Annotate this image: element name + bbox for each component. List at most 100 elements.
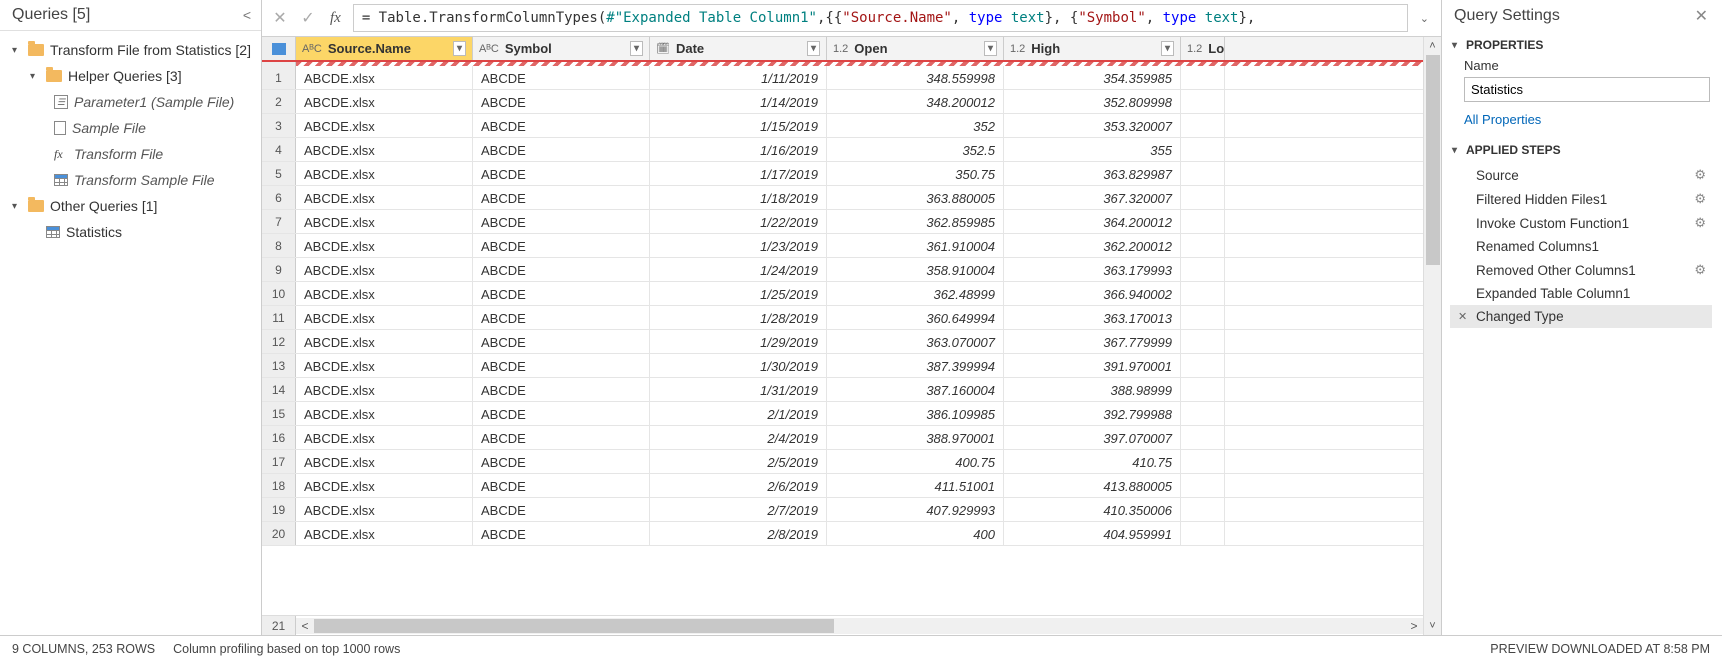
cell-low[interactable]: [1181, 282, 1225, 306]
cell-high[interactable]: 367.320007: [1004, 186, 1181, 210]
cell-date[interactable]: 2/1/2019: [650, 402, 827, 426]
cell-symbol[interactable]: ABCDE: [473, 450, 650, 474]
formula-input[interactable]: = Table.TransformColumnTypes(#"Expanded …: [353, 4, 1408, 32]
cell-open[interactable]: 411.51001: [827, 474, 1004, 498]
column-header-open[interactable]: 1.2 Open ▾: [827, 37, 1004, 60]
table-row[interactable]: 6ABCDE.xlsxABCDE1/18/2019363.880005367.3…: [262, 186, 1423, 210]
cell-source[interactable]: ABCDE.xlsx: [296, 90, 473, 114]
cell-date[interactable]: 1/24/2019: [650, 258, 827, 282]
cell-low[interactable]: [1181, 306, 1225, 330]
cell-source[interactable]: ABCDE.xlsx: [296, 210, 473, 234]
cell-low[interactable]: [1181, 258, 1225, 282]
cell-open[interactable]: 361.910004: [827, 234, 1004, 258]
cell-open[interactable]: 386.109985: [827, 402, 1004, 426]
cell-low[interactable]: [1181, 378, 1225, 402]
cell-open[interactable]: 363.070007: [827, 330, 1004, 354]
cancel-formula-icon[interactable]: ✕: [270, 8, 290, 28]
table-row[interactable]: 19ABCDE.xlsxABCDE2/7/2019407.929993410.3…: [262, 498, 1423, 522]
scrollbar-thumb[interactable]: [314, 619, 834, 633]
cell-symbol[interactable]: ABCDE: [473, 234, 650, 258]
cell-symbol[interactable]: ABCDE: [473, 186, 650, 210]
expand-formula-icon[interactable]: ⌄: [1416, 12, 1433, 25]
cell-low[interactable]: [1181, 138, 1225, 162]
query-group-helpers[interactable]: ▾ Helper Queries [3]: [0, 63, 261, 89]
cell-source[interactable]: ABCDE.xlsx: [296, 66, 473, 90]
cell-open[interactable]: 362.859985: [827, 210, 1004, 234]
cell-source[interactable]: ABCDE.xlsx: [296, 282, 473, 306]
query-item-sample-file[interactable]: Sample File: [0, 115, 261, 141]
cell-symbol[interactable]: ABCDE: [473, 330, 650, 354]
cell-open[interactable]: 352: [827, 114, 1004, 138]
cell-low[interactable]: [1181, 210, 1225, 234]
filter-dropdown-icon[interactable]: ▾: [630, 41, 643, 56]
cell-source[interactable]: ABCDE.xlsx: [296, 450, 473, 474]
cell-open[interactable]: 348.559998: [827, 66, 1004, 90]
cell-symbol[interactable]: ABCDE: [473, 354, 650, 378]
cell-high[interactable]: 355: [1004, 138, 1181, 162]
cell-date[interactable]: 2/6/2019: [650, 474, 827, 498]
cell-source[interactable]: ABCDE.xlsx: [296, 258, 473, 282]
cell-symbol[interactable]: ABCDE: [473, 114, 650, 138]
scroll-up-icon[interactable]: ˄: [1424, 37, 1441, 55]
cell-symbol[interactable]: ABCDE: [473, 210, 650, 234]
close-settings-icon[interactable]: ✕: [1695, 6, 1708, 26]
cell-high[interactable]: 388.98999: [1004, 378, 1181, 402]
cell-symbol[interactable]: ABCDE: [473, 378, 650, 402]
cell-high[interactable]: 413.880005: [1004, 474, 1181, 498]
cell-high[interactable]: 363.179993: [1004, 258, 1181, 282]
cell-high[interactable]: 352.809998: [1004, 90, 1181, 114]
cell-date[interactable]: 1/11/2019: [650, 66, 827, 90]
cell-date[interactable]: 1/22/2019: [650, 210, 827, 234]
cell-low[interactable]: [1181, 450, 1225, 474]
cell-source[interactable]: ABCDE.xlsx: [296, 498, 473, 522]
table-row[interactable]: 3ABCDE.xlsxABCDE1/15/2019352353.320007: [262, 114, 1423, 138]
cell-low[interactable]: [1181, 522, 1225, 546]
horizontal-scrollbar[interactable]: 21 < >: [262, 615, 1423, 635]
cell-high[interactable]: 410.350006: [1004, 498, 1181, 522]
scroll-right-icon[interactable]: >: [1405, 619, 1423, 633]
cell-symbol[interactable]: ABCDE: [473, 258, 650, 282]
table-row[interactable]: 16ABCDE.xlsxABCDE2/4/2019388.970001397.0…: [262, 426, 1423, 450]
cell-symbol[interactable]: ABCDE: [473, 522, 650, 546]
cell-open[interactable]: 362.48999: [827, 282, 1004, 306]
cell-source[interactable]: ABCDE.xlsx: [296, 138, 473, 162]
cell-source[interactable]: ABCDE.xlsx: [296, 402, 473, 426]
applied-step[interactable]: Filtered Hidden Files1⚙: [1450, 187, 1712, 211]
query-item-parameter1[interactable]: ☰ Parameter1 (Sample File): [0, 89, 261, 115]
applied-steps-section-header[interactable]: ▾ APPLIED STEPS: [1450, 137, 1712, 161]
query-group-transform[interactable]: ▾ Transform File from Statistics [2]: [0, 37, 261, 63]
cell-high[interactable]: 362.200012: [1004, 234, 1181, 258]
table-row[interactable]: 10ABCDE.xlsxABCDE1/25/2019362.48999366.9…: [262, 282, 1423, 306]
column-header-date[interactable]: 🗓 Date ▾: [650, 37, 827, 60]
cell-source[interactable]: ABCDE.xlsx: [296, 114, 473, 138]
cell-low[interactable]: [1181, 474, 1225, 498]
cell-open[interactable]: 352.5: [827, 138, 1004, 162]
gear-icon[interactable]: ⚙: [1694, 191, 1706, 207]
cell-high[interactable]: 410.75: [1004, 450, 1181, 474]
cell-open[interactable]: 350.75: [827, 162, 1004, 186]
fx-icon[interactable]: fx: [326, 10, 345, 27]
cell-date[interactable]: 1/28/2019: [650, 306, 827, 330]
scroll-left-icon[interactable]: <: [296, 619, 314, 633]
cell-high[interactable]: 354.359985: [1004, 66, 1181, 90]
cell-low[interactable]: [1181, 114, 1225, 138]
table-row[interactable]: 8ABCDE.xlsxABCDE1/23/2019361.910004362.2…: [262, 234, 1423, 258]
gear-icon[interactable]: ⚙: [1694, 262, 1706, 278]
cell-date[interactable]: 1/14/2019: [650, 90, 827, 114]
cell-source[interactable]: ABCDE.xlsx: [296, 234, 473, 258]
cell-source[interactable]: ABCDE.xlsx: [296, 186, 473, 210]
cell-high[interactable]: 397.070007: [1004, 426, 1181, 450]
table-row[interactable]: 13ABCDE.xlsxABCDE1/30/2019387.399994391.…: [262, 354, 1423, 378]
cell-low[interactable]: [1181, 90, 1225, 114]
cell-date[interactable]: 1/30/2019: [650, 354, 827, 378]
cell-symbol[interactable]: ABCDE: [473, 138, 650, 162]
query-item-transform-file[interactable]: fx Transform File: [0, 141, 261, 167]
gear-icon[interactable]: ⚙: [1694, 215, 1706, 231]
cell-date[interactable]: 1/29/2019: [650, 330, 827, 354]
select-all-button[interactable]: [262, 37, 296, 60]
cell-high[interactable]: 364.200012: [1004, 210, 1181, 234]
table-row[interactable]: 9ABCDE.xlsxABCDE1/24/2019358.910004363.1…: [262, 258, 1423, 282]
gear-icon[interactable]: ⚙: [1694, 167, 1706, 183]
cell-symbol[interactable]: ABCDE: [473, 306, 650, 330]
table-row[interactable]: 5ABCDE.xlsxABCDE1/17/2019350.75363.82998…: [262, 162, 1423, 186]
